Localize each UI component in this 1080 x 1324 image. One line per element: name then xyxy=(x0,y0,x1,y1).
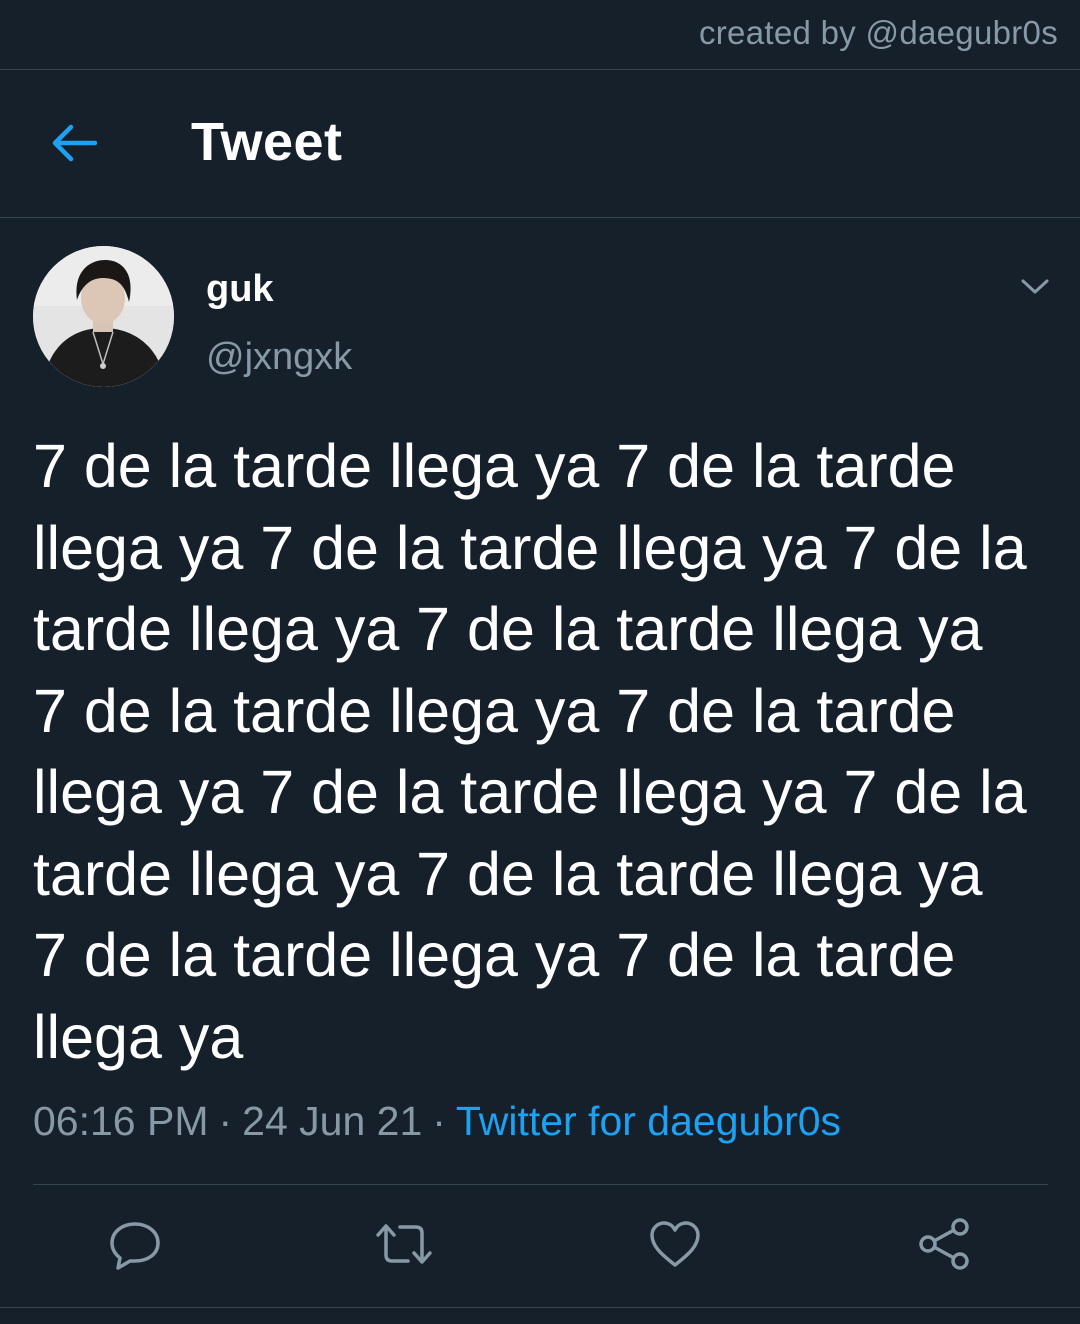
tweet-time[interactable]: 06:16 PM xyxy=(33,1098,209,1144)
header-bar: Tweet xyxy=(0,71,1080,217)
arrow-left-icon xyxy=(52,124,97,162)
like-button[interactable] xyxy=(645,1214,705,1274)
retweet-button[interactable] xyxy=(374,1214,434,1274)
creator-credit: created by @daegubr0s xyxy=(698,14,1058,51)
retweet-icon xyxy=(376,1224,432,1264)
avatar[interactable] xyxy=(33,246,174,387)
top-divider xyxy=(0,69,1080,70)
reply-button[interactable] xyxy=(105,1214,165,1274)
share-icon xyxy=(919,1218,969,1270)
profile-photo xyxy=(33,246,174,387)
share-button[interactable] xyxy=(914,1214,974,1274)
tweet-meta: 06:16 PM · 24 Jun 21 · Twitter for daegubr0s xyxy=(33,1098,841,1145)
header-divider xyxy=(0,217,1080,218)
actions-divider xyxy=(33,1184,1048,1185)
author-display-name[interactable]: guk xyxy=(206,268,274,311)
meta-separator: · xyxy=(218,1098,233,1144)
heart-icon xyxy=(650,1221,700,1267)
tweet-source-link[interactable]: Twitter for daegubr0s xyxy=(456,1098,841,1144)
meta-separator: · xyxy=(432,1098,446,1144)
reply-icon xyxy=(110,1222,160,1270)
tweet-date[interactable]: 24 Jun 21 xyxy=(242,1098,422,1144)
page-title: Tweet xyxy=(191,112,343,172)
tweet-text: 7 de la tarde llega ya 7 de la tarde lle… xyxy=(33,432,1027,1071)
author-handle[interactable]: @jxngxk xyxy=(206,336,352,379)
bottom-divider xyxy=(0,1307,1080,1308)
chevron-down-icon xyxy=(1021,279,1049,294)
back-button[interactable] xyxy=(46,117,102,169)
more-options-button[interactable] xyxy=(1012,268,1058,304)
